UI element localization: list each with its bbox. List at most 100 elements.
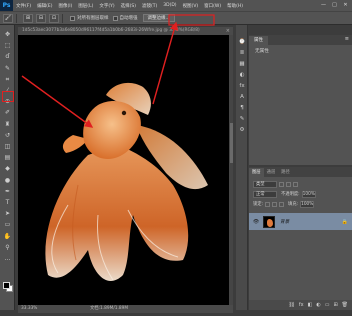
clone-stamp-tool-icon[interactable]: ♜	[3, 121, 12, 129]
zoom-tool-icon[interactable]: ⚲	[3, 244, 12, 252]
status-bar: 33.33% 文档:1.89M/1.89M	[18, 305, 233, 313]
panel-dock: ⌚ ≣ ▦ ◐ fx A ¶ ✎ ⚙	[236, 25, 248, 310]
fish-eye	[121, 110, 127, 116]
layer-filter-row: 类型	[253, 180, 298, 188]
adjustment-layer-icon[interactable]: ◐	[316, 302, 320, 308]
document-tab-title: 1d5c53aec3077b3a6e8050d96117f4d5a1b0b6-2…	[22, 28, 200, 33]
character-panel-icon[interactable]: A	[238, 94, 246, 101]
new-layer-icon[interactable]: ⊞	[333, 302, 337, 308]
gradient-tool-icon[interactable]: ▤	[3, 154, 12, 162]
swatches-panel-icon[interactable]: ▦	[238, 61, 246, 68]
filter-adjustment-icon[interactable]	[286, 181, 291, 187]
delete-layer-icon[interactable]: 🗑	[342, 302, 348, 308]
menu-item[interactable]: 滤镜(T)	[139, 3, 160, 9]
layer-row-background[interactable]: 👁 背景 🔒	[249, 213, 352, 230]
refine-edge-button[interactable]: 调整边缘...	[142, 14, 175, 22]
tool-preset-picker[interactable]: 🖌	[3, 13, 13, 23]
subtract-selection-icon[interactable]: ⊡	[49, 13, 59, 23]
add-to-selection-icon[interactable]: ⊟	[36, 13, 46, 23]
document-canvas[interactable]	[18, 35, 229, 305]
layer-filter-select[interactable]: 类型	[253, 180, 277, 188]
new-group-icon[interactable]: ▭	[325, 302, 330, 308]
no-properties-text: 无属性	[255, 49, 269, 54]
layers-footer: ⛓ fx ◧ ◐ ▭ ⊞ 🗑	[249, 300, 352, 310]
maximize-button[interactable]: □	[330, 1, 339, 9]
menu-item[interactable]: 3D(D)	[160, 3, 179, 9]
menu-item[interactable]: 文字(Y)	[96, 3, 117, 9]
filter-pixel-icon[interactable]	[279, 181, 284, 187]
foreground-color-swatch[interactable]	[3, 282, 10, 289]
blur-tool-icon[interactable]: ◆	[3, 165, 12, 173]
document-tab[interactable]: 1d5c53aec3077b3a6e8050d96117f4d5a1b0b6-2…	[18, 27, 233, 35]
menu-item[interactable]: 编辑(E)	[34, 3, 55, 9]
layer-name[interactable]: 背景	[280, 219, 289, 225]
vertical-scrollbar[interactable]	[229, 35, 233, 305]
menu-items: 文件(F) 编辑(E) 图像(I) 图层(L) 文字(Y) 选择(S) 滤镜(T) 3D(D)…	[13, 3, 246, 9]
opacity-label: 不透明度:	[281, 192, 300, 197]
shape-tool-icon[interactable]: ▭	[3, 221, 12, 229]
menu-item[interactable]: 视图(V)	[180, 3, 202, 9]
hand-tool-icon[interactable]: ✋	[3, 233, 12, 241]
tool-highlight-box	[2, 91, 14, 102]
minimize-button[interactable]: —	[319, 1, 328, 9]
crop-tool-icon[interactable]: ⌗	[3, 76, 12, 84]
lock-image-icon[interactable]	[272, 201, 278, 207]
tab-paths[interactable]: 路径	[278, 168, 293, 177]
tab-channels[interactable]: 通道	[264, 168, 279, 177]
path-selection-tool-icon[interactable]: ➤	[3, 210, 12, 218]
tab-layers[interactable]: 图层	[249, 168, 264, 177]
marquee-tool-icon[interactable]: ⬚	[3, 42, 12, 50]
auto-enhance-label: 自动增强	[119, 16, 138, 21]
menu-item[interactable]: 图层(L)	[75, 3, 96, 9]
divider	[16, 13, 17, 23]
new-selection-icon[interactable]: ⊞	[23, 13, 33, 23]
tab-properties[interactable]: 属性	[249, 36, 268, 45]
brush-tool-icon[interactable]: ✐	[3, 109, 12, 117]
brush-panel-icon[interactable]: ✎	[238, 116, 246, 123]
layer-style-icon[interactable]: fx	[299, 302, 304, 308]
eraser-tool-icon[interactable]: ◫	[3, 143, 12, 151]
adjustments-panel-icon[interactable]: ◐	[238, 72, 246, 79]
close-button[interactable]: ✕	[341, 1, 350, 9]
sample-all-layers-checkbox[interactable]	[70, 15, 75, 21]
panel-menu-icon[interactable]: ≡	[345, 36, 349, 42]
zoom-level[interactable]: 33.33%	[18, 305, 40, 313]
menu-item[interactable]: 窗口(W)	[201, 3, 224, 9]
menu-item[interactable]: 文件(F)	[13, 3, 34, 9]
filter-type-icon[interactable]	[293, 181, 298, 187]
lasso-tool-icon[interactable]: ɗ	[3, 53, 12, 61]
more-tools-icon[interactable]: …	[3, 255, 12, 263]
document-info[interactable]: 文档:1.89M/1.89M	[40, 305, 128, 313]
blend-mode-select[interactable]: 正常	[253, 190, 277, 198]
quick-selection-tool-icon[interactable]: ✎	[3, 65, 12, 73]
styles-panel-icon[interactable]: fx	[238, 83, 246, 90]
divider	[62, 13, 63, 23]
scrollbar-thumb[interactable]	[229, 123, 233, 163]
properties-panel-icon[interactable]: ≣	[238, 50, 246, 57]
dodge-tool-icon[interactable]: ●	[3, 177, 12, 185]
layers-tab-bar: 图层 通道 路径	[249, 167, 352, 177]
close-tab-icon[interactable]: ×	[226, 27, 230, 35]
properties-tab-bar: 属性	[249, 35, 352, 45]
lock-row: 锁定: 填充: 100%	[253, 200, 315, 208]
history-panel-icon[interactable]: ⌚	[238, 39, 246, 46]
menu-item[interactable]: 帮助(H)	[224, 3, 246, 9]
menu-item[interactable]: 图像(I)	[55, 3, 75, 9]
photoshop-logo-icon: Ps	[0, 0, 13, 11]
history-brush-tool-icon[interactable]: ↺	[3, 132, 12, 140]
paragraph-panel-icon[interactable]: ¶	[238, 105, 246, 112]
fill-input[interactable]: 100%	[300, 200, 315, 208]
opacity-input[interactable]: 100%	[301, 190, 316, 198]
link-layers-icon[interactable]: ⛓	[289, 302, 295, 308]
tool-presets-icon[interactable]: ⚙	[238, 127, 246, 134]
move-tool-icon[interactable]: ✥	[3, 31, 12, 39]
layer-mask-icon[interactable]: ◧	[308, 302, 313, 308]
menu-item[interactable]: 选择(S)	[118, 3, 139, 9]
type-tool-icon[interactable]: T	[3, 199, 12, 207]
pen-tool-icon[interactable]: ✒	[3, 188, 12, 196]
lock-position-icon[interactable]	[279, 201, 285, 207]
lock-transparent-icon[interactable]	[265, 201, 271, 207]
auto-enhance-checkbox[interactable]	[112, 15, 118, 21]
fill-label: 填充:	[288, 202, 299, 207]
eye-icon[interactable]: 👁	[252, 219, 260, 225]
